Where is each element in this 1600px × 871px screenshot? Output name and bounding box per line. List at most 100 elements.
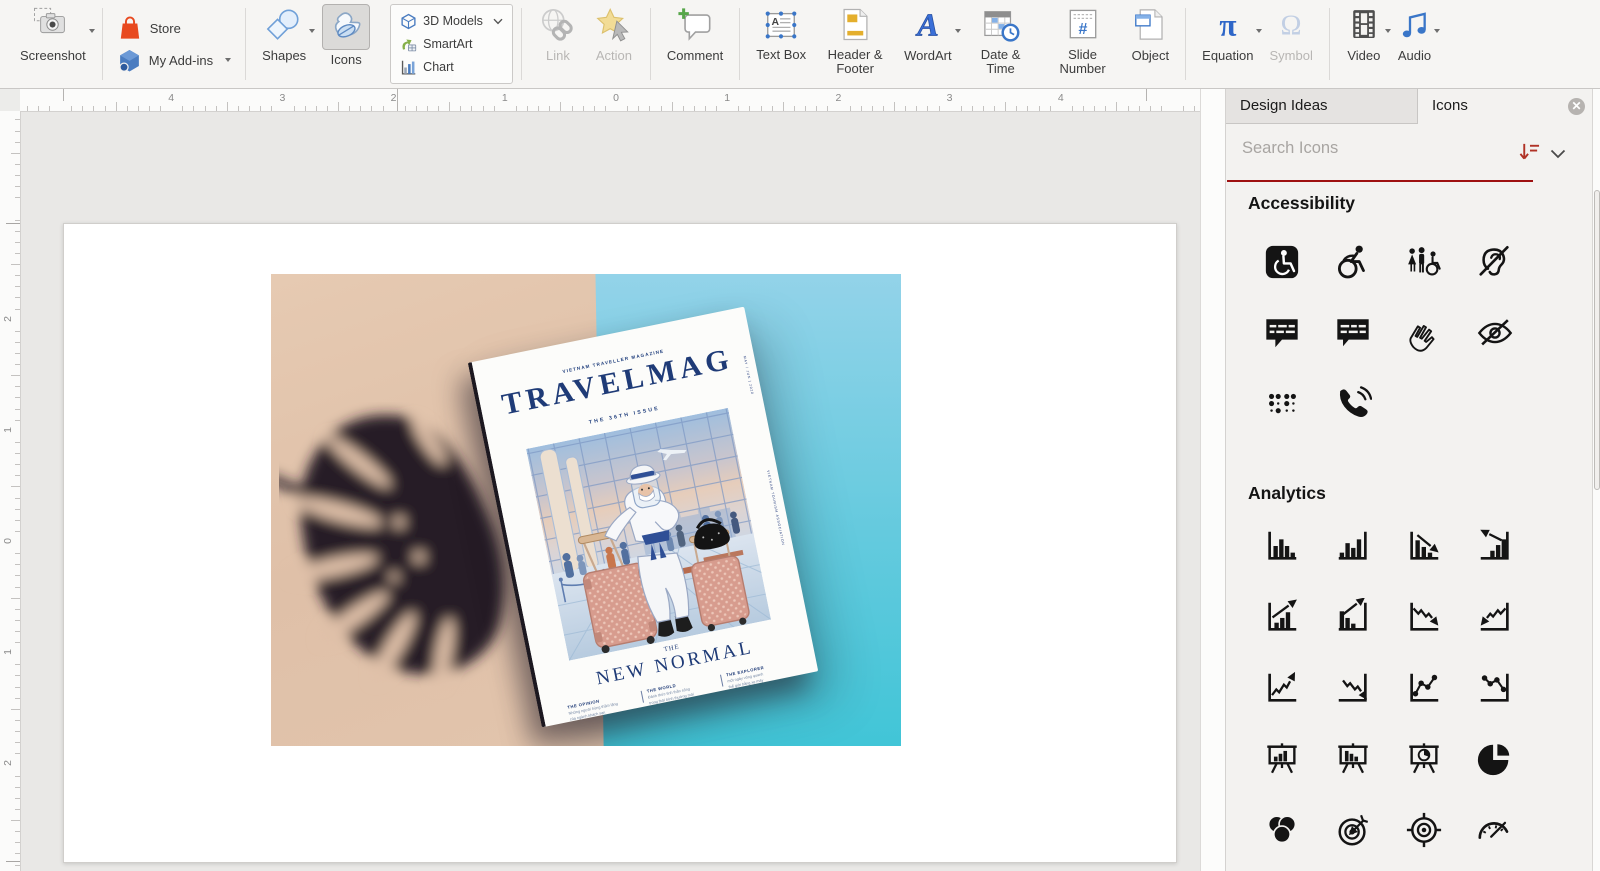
equation-button[interactable]: π Equation [1194,3,1263,63]
object-button[interactable]: Object [1124,3,1178,63]
my-add-ins-button[interactable]: My Add-ins [115,47,233,73]
ruler-tick [15,808,20,810]
tab-design-ideas[interactable]: Design Ideas [1226,89,1418,124]
date-time-button[interactable]: Date & Time [960,3,1042,75]
ruler-tick [960,106,962,111]
equation-label: Equation [1202,48,1254,63]
wheelchair-user-icon[interactable] [1317,226,1388,297]
shapes-button[interactable]: Shapes [254,3,316,63]
slide-number-button[interactable]: # Slide Number [1042,3,1124,75]
bar-chart-icon[interactable] [1246,510,1317,581]
symbol-button[interactable]: Ω Symbol [1261,3,1320,63]
wordart-label: WordArt [904,48,952,63]
wordart-button[interactable]: A WordArt [896,3,961,63]
ruler-tick [538,106,540,111]
store-button[interactable]: Store [115,15,183,41]
magazine-photo[interactable]: VIETNAM TRAVELLER MAGAZINE TRAVELMAG THE… [271,274,901,746]
icon-grid-accessibility [1246,226,1530,439]
screenshot-icon [32,3,74,46]
ruler-tick [204,106,206,111]
ruler-tick [671,102,673,111]
ruler-tick [994,106,996,111]
ribbon-group-6: A Text Box Header & Footer A WordArt Date & T… [742,0,1183,88]
presentation-pie-icon[interactable] [1388,723,1459,794]
dot-line-chart-up-icon[interactable] [1388,652,1459,723]
group-divider [649,8,651,80]
venn-diagram-icon[interactable] [1246,794,1317,865]
closed-captioning-icon[interactable] [1246,297,1317,368]
3d-models-button[interactable]: 3D Models [400,10,503,33]
ruler-tick [15,219,20,221]
ruler-number: 3 [279,92,286,104]
ruler-tick [15,553,20,555]
canvas-scrollbar[interactable] [1200,89,1226,871]
ruler-tick [1116,102,1118,111]
chart-button[interactable]: Chart [400,56,454,79]
line-chart-drop-icon[interactable] [1317,652,1388,723]
video-button[interactable]: Video [1338,3,1391,63]
ruler-tick [11,264,20,265]
pie-chart-icon[interactable] [1459,723,1530,794]
crosshair-target-icon[interactable] [1388,794,1459,865]
bar-chart-decline-icon[interactable] [1388,510,1459,581]
family-accessibility-icon[interactable] [1388,226,1459,297]
column-chart-icon[interactable] [1317,510,1388,581]
chevron-down-icon[interactable] [1550,146,1566,164]
ruler-tick [326,106,328,111]
close-pane-button[interactable]: ✕ [1568,98,1585,115]
icons-button[interactable]: Icons [314,3,378,67]
sort-icon[interactable] [1518,141,1541,167]
ruler-tick [15,163,20,165]
ruler-tick [894,102,895,111]
deaf-assistance-icon[interactable] [1459,226,1530,297]
bar-chart-growth-icon[interactable] [1459,510,1530,581]
slide[interactable]: VIETNAM TRAVELLER MAGAZINE TRAVELMAG THE… [63,223,1177,863]
comment-button[interactable]: Comment [659,3,731,63]
line-chart-recovery-icon[interactable] [1459,581,1530,652]
accessibility-symbol-icon[interactable] [1246,226,1317,297]
dartboard-icon[interactable] [1317,794,1388,865]
ruler-tick [782,102,784,111]
search-icons-input[interactable] [1240,138,1494,159]
pane-scrollbar[interactable] [1592,89,1600,871]
link-button[interactable]: Link [530,3,586,63]
ruler-tick [983,106,984,111]
visually-impaired-icon[interactable] [1459,297,1530,368]
action-label: Action [595,48,632,63]
tab-icons[interactable]: Icons [1418,89,1592,124]
bar-chart-rise-alt-icon[interactable] [1317,581,1388,652]
presentation-bar-rise-icon[interactable] [1246,723,1317,794]
bar-chart-rise-icon[interactable] [1246,581,1317,652]
ruler-tick [15,619,20,621]
ruler-tick [460,106,462,111]
action-button[interactable]: Action [586,3,642,63]
ruler-tick [15,197,20,199]
audio-icon [1398,3,1430,46]
assistive-phone-icon[interactable] [1317,368,1388,439]
horizontal-ruler[interactable]: 4 3 2 1 0 1 2 3 4 [20,89,1200,112]
text-box-button[interactable]: A Text Box [748,3,814,62]
smartart-button[interactable]: SmartArt [400,33,472,56]
slide-number-label: Slide Number [1059,47,1106,76]
line-chart-growth-icon[interactable] [1246,652,1317,723]
icons-label: Icons [330,52,362,67]
vertical-ruler[interactable]: 2 1 0 1 2 [0,111,21,871]
speedometer-icon[interactable] [1459,794,1530,865]
ruler-tick [215,106,217,111]
dot-line-chart-down-icon[interactable] [1459,652,1530,723]
ruler-number: 4 [168,92,175,104]
header-footer-button[interactable]: Header & Footer [814,3,896,75]
pane-scrollbar-thumb[interactable] [1593,190,1600,490]
screenshot-button[interactable]: Screenshot [12,3,95,63]
presentation-bar-fall-icon[interactable] [1317,723,1388,794]
ruler-tick [15,853,20,855]
svg-text:π: π [1219,7,1236,42]
ruler-tick [15,686,20,688]
braille-icon[interactable] [1246,368,1317,439]
line-chart-decline-icon[interactable] [1388,581,1459,652]
sign-language-icon[interactable] [1388,297,1459,368]
audio-button[interactable]: Audio [1390,3,1441,63]
ruler-tick [716,106,718,111]
closed-captioning-alt-icon[interactable] [1317,297,1388,368]
ruler-tick [15,230,20,232]
